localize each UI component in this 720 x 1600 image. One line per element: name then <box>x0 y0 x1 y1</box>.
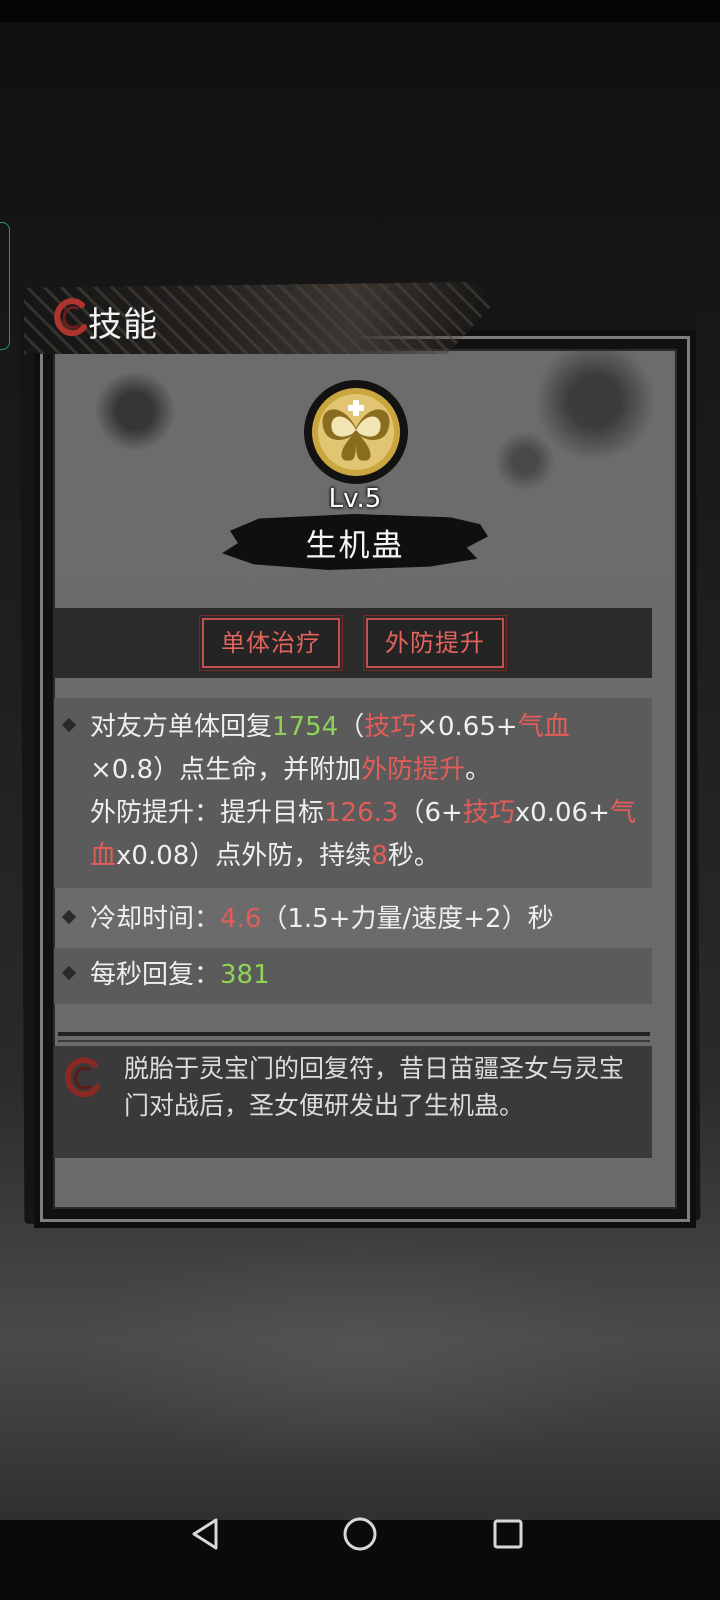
recent-apps-button[interactable] <box>478 1504 538 1564</box>
home-button[interactable] <box>330 1504 390 1564</box>
effect-row: 对友方单体回复1754（技巧×0.65+气血×0.8）点生命，并附加外防提升。 … <box>54 698 652 888</box>
tag-defense-boost: 外防提升 <box>363 615 507 671</box>
tags-bar <box>54 608 652 678</box>
diamond-bullet-icon <box>61 965 77 981</box>
regen-row: 每秒回复：381 <box>54 948 652 1004</box>
status-bar <box>0 0 720 22</box>
back-triangle-icon <box>192 1518 218 1550</box>
diamond-bullet-icon <box>61 717 77 733</box>
side-handle[interactable] <box>0 222 10 350</box>
divider <box>58 1032 650 1036</box>
red-ring-icon <box>54 298 87 337</box>
page-title: 技能 <box>88 305 158 345</box>
back-button[interactable] <box>176 1504 236 1564</box>
divider-line <box>58 1040 650 1042</box>
effect-text: 对友方单体回复1754（技巧×0.65+气血×0.8）点生命，并附加外防提升。 … <box>90 712 636 871</box>
skill-level: Lv.5 <box>328 484 382 514</box>
recent-square-icon <box>493 1519 523 1549</box>
cooldown-row: 冷却时间：4.6（1.5+力量/速度+2）秒 <box>54 896 652 942</box>
tag-single-heal: 单体治疗 <box>199 615 343 671</box>
golden-butterfly-emblem-icon <box>304 380 408 484</box>
skill-name: 生机蛊 <box>305 528 405 564</box>
diamond-bullet-icon <box>61 909 77 925</box>
home-circle-icon <box>343 1517 377 1551</box>
cooldown-text: 冷却时间：4.6（1.5+力量/速度+2）秒 <box>90 904 554 934</box>
regen-text: 每秒回复：381 <box>90 960 270 990</box>
lore-text: 脱胎于灵宝门的回复符，昔日苗疆圣女与灵宝门对战后，圣女便研发出了生机蛊。 <box>124 1054 625 1120</box>
red-ring-icon <box>64 1057 100 1098</box>
